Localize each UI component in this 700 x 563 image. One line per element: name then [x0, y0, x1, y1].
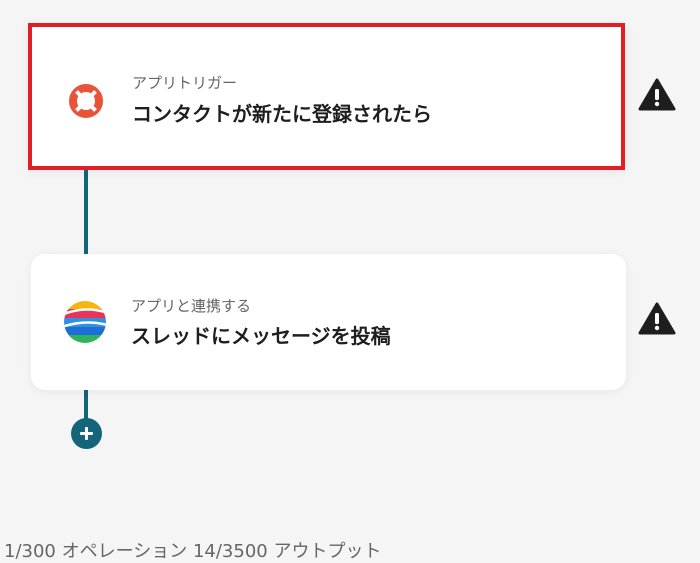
add-step-button[interactable]	[71, 418, 102, 449]
step-title: スレッドにメッセージを投稿	[131, 324, 391, 348]
usage-summary: 1/300 オペレーション 14/3500 アウトプット	[4, 541, 382, 562]
warning-icon[interactable]	[638, 302, 676, 336]
step-card-trigger[interactable]: アプリトリガー コンタクトが新たに登録されたら	[28, 23, 625, 170]
step-title: コンタクトが新たに登録されたら	[132, 102, 432, 126]
flow-connector-line	[84, 390, 88, 420]
step-card-action[interactable]: アプリと連携する スレッドにメッセージを投稿	[31, 254, 626, 390]
warning-icon[interactable]	[638, 78, 676, 112]
step-type-label: アプリトリガー	[132, 74, 238, 92]
plus-icon	[80, 427, 93, 440]
flow-connector-line	[84, 168, 88, 254]
step-type-label: アプリと連携する	[131, 297, 252, 315]
colorful-sphere-icon	[63, 300, 107, 344]
lifebuoy-icon	[64, 79, 108, 123]
